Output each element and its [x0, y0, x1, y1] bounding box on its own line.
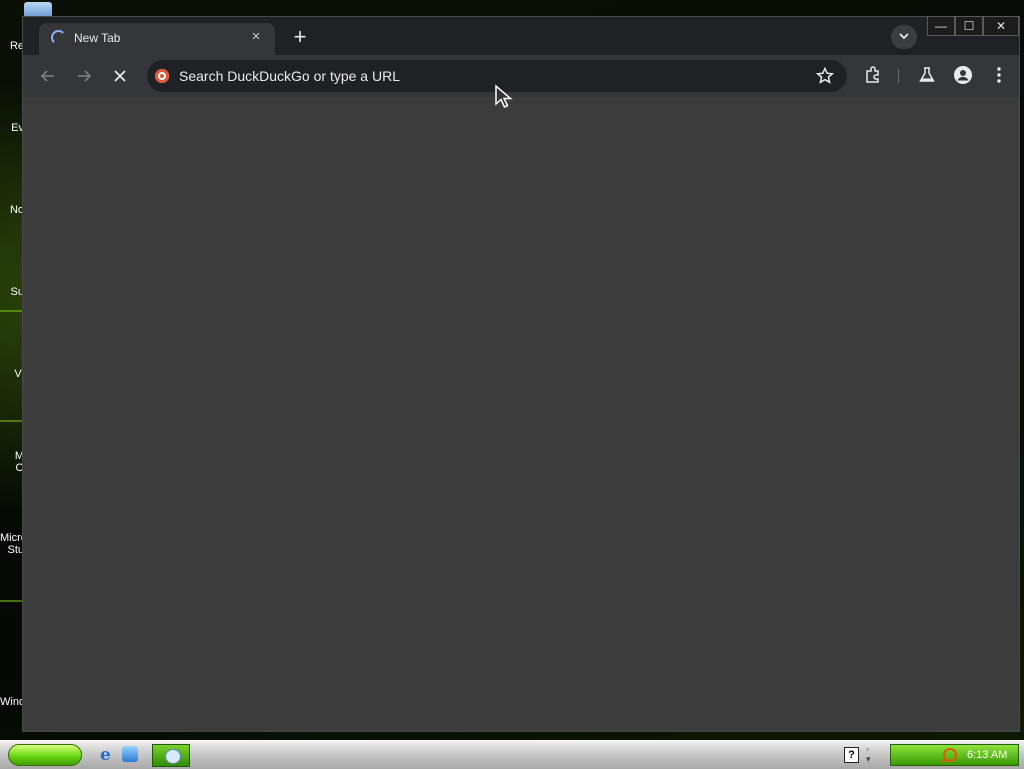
menu-icon[interactable] — [989, 65, 1009, 85]
labs-flask-icon[interactable] — [917, 65, 937, 85]
loading-spinner-icon — [51, 30, 66, 45]
forward-icon[interactable] — [73, 65, 95, 87]
bookmark-star-icon[interactable] — [815, 66, 835, 86]
quick-launch-icon[interactable] — [122, 746, 138, 762]
chevron-down-icon — [899, 33, 909, 40]
start-button[interactable] — [8, 744, 82, 766]
address-bar-placeholder[interactable]: Search DuckDuckGo or type a URL — [179, 68, 400, 84]
close-window-button[interactable]: ✕ — [983, 16, 1019, 36]
duckduckgo-icon — [155, 69, 169, 83]
browser-toolbar: Search DuckDuckGo or type a URL — [23, 55, 1019, 97]
desktop-icon-label[interactable]: Re — [0, 40, 24, 52]
back-icon[interactable] — [37, 65, 59, 87]
help-icon[interactable]: ? — [844, 747, 859, 763]
desktop-icon-label[interactable]: Stu — [0, 544, 24, 556]
desktop-icon-label[interactable]: Su — [0, 286, 24, 298]
profile-icon[interactable] — [953, 65, 973, 85]
tab-strip: New Tab × + — ☐ ✕ — [23, 16, 1019, 55]
clock[interactable]: 6:13 AM — [967, 749, 1007, 761]
desktop-icon-label[interactable]: Wind — [0, 696, 24, 708]
tab-search-button[interactable] — [891, 25, 917, 49]
toolbar-divider — [898, 69, 899, 83]
mouse-cursor-icon — [495, 84, 513, 108]
desktop-icon-label[interactable]: Ev — [0, 122, 24, 134]
tab-title: New Tab — [74, 31, 121, 45]
page-content[interactable] — [23, 97, 1019, 731]
desktop-icon-label[interactable]: M — [0, 450, 24, 462]
desktop-icon-label[interactable]: O — [0, 462, 24, 474]
stop-loading-icon[interactable] — [109, 65, 131, 87]
taskbar: e ? ▫ ▾ 6:13 AM — [0, 740, 1024, 769]
desktop-icon-label[interactable]: No — [0, 204, 24, 216]
extensions-icon[interactable] — [863, 65, 883, 85]
system-tray: 6:13 AM — [890, 744, 1019, 766]
tab-close-icon[interactable]: × — [247, 28, 265, 46]
search-icon[interactable] — [943, 748, 957, 762]
desktop-icon-label[interactable]: Vi — [0, 368, 24, 380]
network-icon[interactable]: ▫ ▾ — [866, 744, 871, 764]
desktop-icon-label[interactable]: Micro — [0, 532, 24, 544]
app-window-icon — [165, 749, 181, 764]
taskbar-app-button[interactable] — [152, 744, 190, 767]
maximize-button[interactable]: ☐ — [955, 16, 983, 36]
minimize-button[interactable]: — — [927, 16, 955, 36]
internet-explorer-icon[interactable]: e — [100, 746, 118, 764]
new-tab-button[interactable]: + — [287, 25, 313, 51]
tab-new-tab[interactable]: New Tab × — [39, 23, 275, 55]
browser-window: New Tab × + — ☐ ✕ Search DuckDuckGo or t… — [22, 16, 1020, 732]
